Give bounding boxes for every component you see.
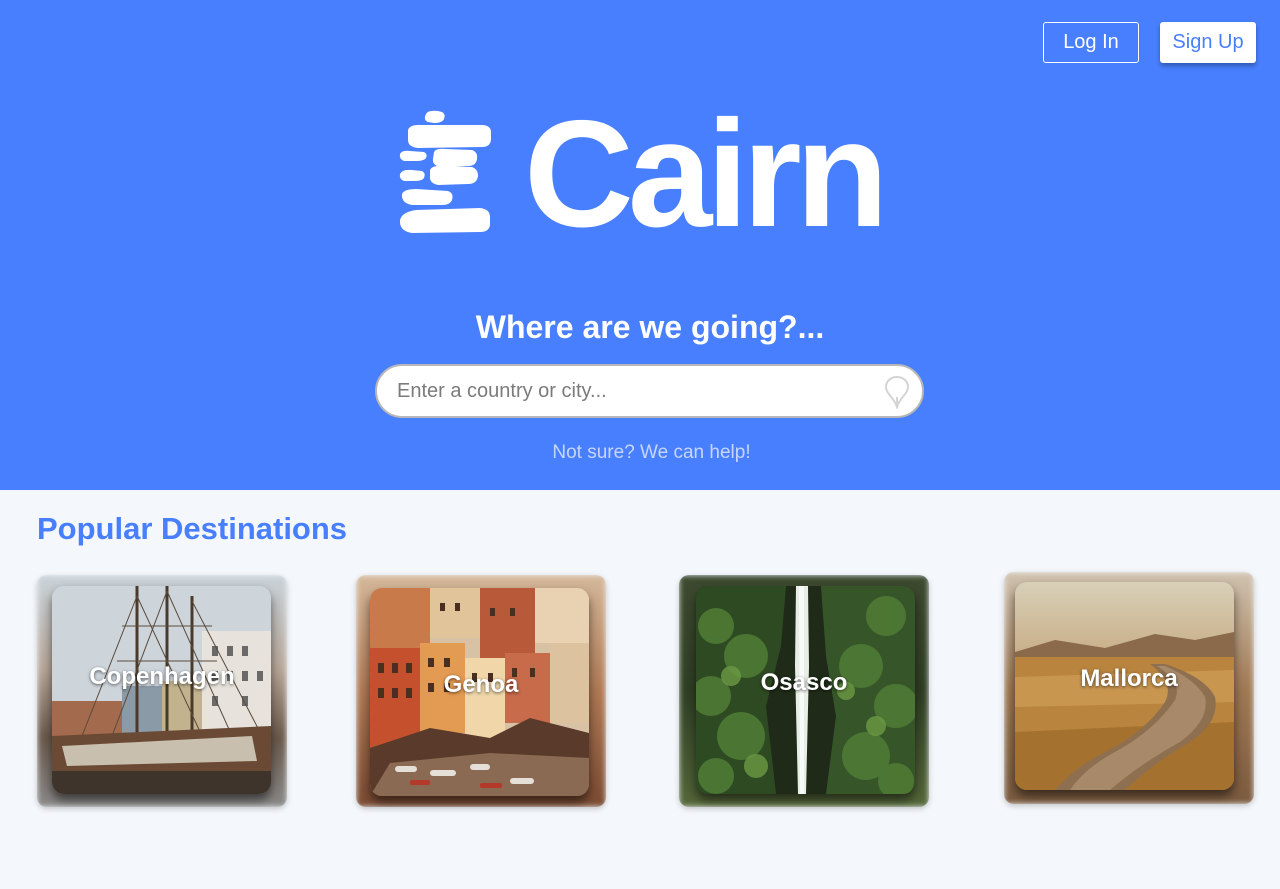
destination-card-copenhagen[interactable]: Copenhagen: [37, 575, 287, 807]
popular-destinations-title: Popular Destinations: [37, 511, 348, 546]
destination-label: Mallorca: [1080, 665, 1178, 692]
help-link[interactable]: Not sure? We can help!: [0, 442, 1280, 464]
signup-button[interactable]: Sign Up: [1160, 22, 1256, 63]
destination-card-genoa[interactable]: Genoa: [356, 575, 606, 807]
hero-banner: Log In Sign Up Cairn Where are we going?…: [0, 0, 1280, 490]
brand-wordmark: Cairn: [524, 89, 889, 259]
hero-tagline: Where are we going?...: [475, 309, 825, 345]
map-pin-icon[interactable]: [884, 375, 910, 409]
destination-card-osasco[interactable]: Osasco: [679, 575, 929, 807]
search-box: [375, 364, 924, 418]
destination-label: Copenhagen: [89, 663, 235, 690]
destination-label: Osasco: [760, 669, 848, 696]
destination-card-mallorca[interactable]: Mallorca: [1004, 572, 1254, 804]
destination-search-input[interactable]: [397, 376, 877, 406]
login-button[interactable]: Log In: [1043, 22, 1139, 63]
cairn-stones-icon: [399, 110, 491, 233]
destination-label: Genoa: [443, 671, 519, 698]
